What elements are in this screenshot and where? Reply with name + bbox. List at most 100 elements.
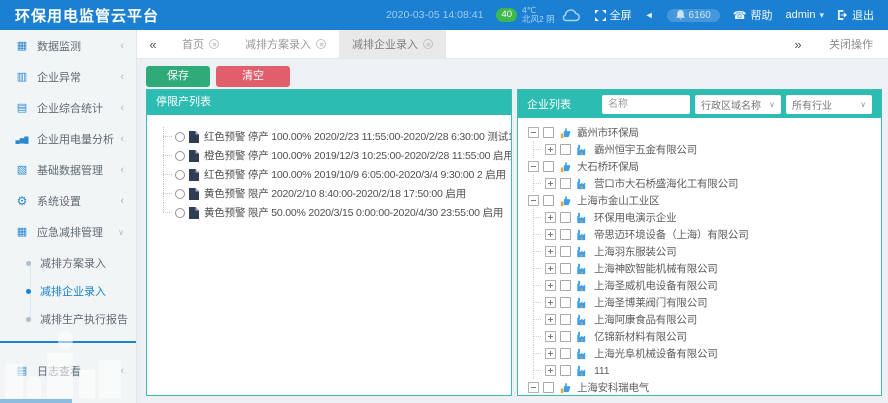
enterprise-tree-row[interactable]: 上海圣威机电设备有限公司: [528, 277, 877, 294]
enterprise-tree-row[interactable]: 上海圣博莱阀门有限公司: [528, 294, 877, 311]
enterprise-tree-row[interactable]: 上海光阜机械设备有限公司: [528, 345, 877, 362]
enterprise-tree-row[interactable]: 环保用电演示企业: [528, 209, 877, 226]
scroll-tabs-left-icon[interactable]: [137, 30, 169, 58]
plan-tree-row[interactable]: 橙色预警 停产 100.00% 2019/12/3 10:25:00-2020/…: [159, 146, 507, 165]
tree-connector: [528, 345, 545, 362]
logout-button[interactable]: 退出: [837, 7, 874, 23]
expand-toggle-icon[interactable]: [545, 212, 556, 223]
checkbox[interactable]: [543, 161, 554, 172]
enterprise-tree-row[interactable]: 帝思迈环境设备（上海）有限公司: [528, 226, 877, 243]
enterprise-tree-row[interactable]: 霸州市环保局: [528, 124, 877, 141]
enterprise-tree-row[interactable]: 上海神欧智能机械有限公司: [528, 260, 877, 277]
expand-toggle-icon[interactable]: [545, 314, 556, 325]
expand-toggle-icon[interactable]: [528, 382, 539, 393]
enterprise-tree-row[interactable]: 111: [528, 362, 877, 379]
scroll-tabs-right-icon[interactable]: [782, 30, 814, 58]
radio-icon[interactable]: [175, 189, 185, 199]
sidebar-item[interactable]: 系统设置: [0, 185, 136, 216]
region-select-value: 行政区域名称: [701, 97, 761, 112]
checkbox[interactable]: [543, 127, 554, 138]
sidebar-item[interactable]: 应急减排管理: [0, 216, 136, 247]
sidebar-subitem[interactable]: 减排企业录入: [0, 277, 136, 305]
checkbox[interactable]: [560, 348, 571, 359]
close-tab-icon[interactable]: [423, 39, 433, 49]
sidebar-item[interactable]: 数据监测: [0, 30, 136, 61]
enterprise-tree-row[interactable]: 亿锦新材料有限公司: [528, 328, 877, 345]
tab[interactable]: 减排方案录入: [232, 30, 339, 58]
enterprise-tree-row[interactable]: 大石桥环保局: [528, 158, 877, 175]
tab[interactable]: 首页: [169, 30, 232, 58]
sidebar-item[interactable]: 企业综合统计: [0, 92, 136, 123]
region-select[interactable]: 行政区域名称: [695, 95, 781, 114]
enterprise-tree-row[interactable]: 上海安科瑞电气: [528, 379, 877, 395]
expand-toggle-icon[interactable]: [545, 365, 556, 376]
industry-select[interactable]: 所有行业: [786, 95, 872, 114]
clear-button[interactable]: 清空: [216, 66, 290, 87]
sidebar-subitem[interactable]: 减排生产执行报告: [0, 305, 136, 333]
save-button[interactable]: 保存: [146, 66, 210, 87]
radio-icon[interactable]: [175, 208, 185, 218]
plan-label: 橙色预警 停产 100.00% 2019/12/3 10:25:00-2020/…: [204, 148, 511, 163]
node-icon: [576, 296, 590, 309]
enterprise-name: 111: [594, 365, 609, 377]
checkbox[interactable]: [560, 263, 571, 274]
checkbox[interactable]: [560, 365, 571, 376]
sidebar-subitem[interactable]: 减排方案录入: [0, 249, 136, 277]
checkbox[interactable]: [560, 331, 571, 342]
sidebar-item-icon: [14, 163, 30, 176]
checkbox[interactable]: [560, 246, 571, 257]
enterprise-tree-row[interactable]: 上海市金山工业区: [528, 192, 877, 209]
expand-toggle-icon[interactable]: [545, 263, 556, 274]
node-icon: [576, 211, 590, 224]
plan-tree-row[interactable]: 红色预警 停产 100.00% 2020/2/23 11:55:00-2020/…: [159, 127, 507, 146]
radio-icon[interactable]: [175, 170, 185, 180]
speaker-icon[interactable]: [645, 9, 654, 21]
sidebar-item[interactable]: 企业用电量分析: [0, 123, 136, 154]
sidebar-item[interactable]: 基础数据管理: [0, 154, 136, 185]
sidebar-divider: [0, 341, 136, 343]
notifications-badge[interactable]: 6160: [667, 9, 720, 22]
expand-toggle-icon[interactable]: [545, 297, 556, 308]
enterprise-tree-row[interactable]: 霸州恒宇五金有限公司: [528, 141, 877, 158]
checkbox[interactable]: [560, 314, 571, 325]
expand-toggle-icon[interactable]: [545, 178, 556, 189]
name-search-input[interactable]: [602, 95, 690, 114]
sidebar-item[interactable]: 企业异常: [0, 61, 136, 92]
expand-toggle-icon[interactable]: [545, 331, 556, 342]
close-tab-icon[interactable]: [316, 39, 326, 49]
expand-toggle-icon[interactable]: [545, 229, 556, 240]
checkbox[interactable]: [560, 297, 571, 308]
tree-connector: [528, 277, 545, 294]
expand-toggle-icon[interactable]: [545, 246, 556, 257]
checkbox[interactable]: [560, 178, 571, 189]
expand-toggle-icon[interactable]: [528, 195, 539, 206]
expand-toggle-icon[interactable]: [545, 348, 556, 359]
radio-icon[interactable]: [175, 151, 185, 161]
checkbox[interactable]: [560, 229, 571, 240]
checkbox[interactable]: [543, 382, 554, 393]
enterprise-tree-row[interactable]: 上海羽东服装公司: [528, 243, 877, 260]
plan-tree-row[interactable]: 黄色预警 限产 2020/2/10 8:40:00-2020/2/18 17:5…: [159, 184, 507, 203]
close-tab-icon[interactable]: [209, 39, 219, 49]
checkbox[interactable]: [560, 144, 571, 155]
enterprise-name: 上海阿康食品有限公司: [594, 312, 697, 327]
sidebar-item-logs[interactable]: 日志查看: [0, 355, 136, 386]
close-operations-menu[interactable]: 关闭操作: [814, 30, 888, 58]
fullscreen-button[interactable]: 全屏: [595, 7, 632, 23]
enterprise-tree-row[interactable]: 营口市大石桥盛海化工有限公司: [528, 175, 877, 192]
radio-icon[interactable]: [175, 132, 185, 142]
checkbox[interactable]: [560, 212, 571, 223]
help-button[interactable]: 帮助: [733, 7, 773, 23]
bureau-icon: [559, 160, 572, 173]
expand-toggle-icon[interactable]: [545, 144, 556, 155]
expand-toggle-icon[interactable]: [528, 161, 539, 172]
plan-tree-row[interactable]: 黄色预警 限产 50.00% 2020/3/15 0:00:00-2020/4/…: [159, 203, 507, 222]
enterprise-tree-row[interactable]: 上海阿康食品有限公司: [528, 311, 877, 328]
user-menu[interactable]: admin: [786, 9, 825, 21]
checkbox[interactable]: [543, 195, 554, 206]
expand-toggle-icon[interactable]: [545, 280, 556, 291]
tab[interactable]: 减排企业录入: [339, 30, 446, 58]
plan-tree-row[interactable]: 红色预警 停产 100.00% 2019/10/9 6:05:00-2020/3…: [159, 165, 507, 184]
expand-toggle-icon[interactable]: [528, 127, 539, 138]
checkbox[interactable]: [560, 280, 571, 291]
